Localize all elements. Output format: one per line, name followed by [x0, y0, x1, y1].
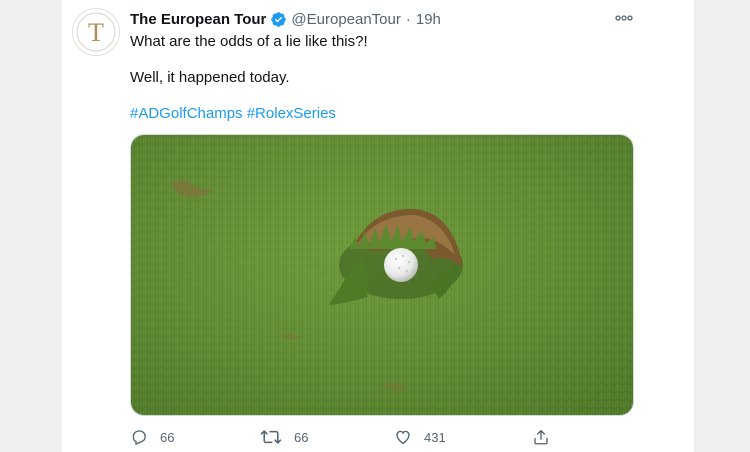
retweet-count: 66 [294, 429, 309, 445]
hashtag-link[interactable]: #ADGolfChamps [130, 105, 243, 122]
retweet-button[interactable]: 66 [260, 426, 308, 448]
share-icon [534, 429, 548, 445]
tweet-text-line-1: What are the odds of a lie like this?! [130, 33, 368, 50]
tweet-text-line-2: Well, it happened today. [130, 69, 290, 86]
golf-ball-divot-image [131, 135, 633, 415]
more-options-icon[interactable] [613, 9, 635, 27]
tweet-photo[interactable] [130, 134, 634, 416]
page: T The European Tour @EuropeanTour · 19h … [0, 0, 750, 452]
hashtag-link[interactable]: #RolexSeries [247, 105, 336, 122]
tweet-header: The European Tour @EuropeanTour · 19h [130, 9, 441, 29]
timestamp[interactable]: 19h [416, 11, 441, 28]
avatar[interactable]: T [72, 8, 120, 56]
share-button[interactable] [532, 426, 550, 448]
reply-icon [132, 430, 146, 446]
reply-button[interactable]: 66 [130, 426, 174, 448]
like-button[interactable]: 431 [394, 426, 446, 448]
separator-dot: · [405, 10, 411, 28]
reply-count: 66 [160, 429, 175, 445]
heart-icon [396, 430, 410, 445]
author-name[interactable]: The European Tour [130, 11, 266, 28]
left-gutter [0, 0, 62, 452]
like-count: 431 [424, 429, 446, 445]
tweet-actions: 66 66 431 [130, 426, 570, 448]
tweet-card[interactable]: T The European Tour @EuropeanTour · 19h … [62, 0, 694, 452]
hashtags: #ADGolfChamps #RolexSeries [130, 105, 336, 122]
avatar-letter: T [88, 18, 104, 47]
right-gutter [694, 0, 750, 452]
author-handle[interactable]: @EuropeanTour [291, 11, 400, 28]
verified-badge-icon [270, 11, 287, 28]
european-tour-logo-icon: T [76, 12, 116, 52]
retweet-icon [260, 430, 282, 444]
